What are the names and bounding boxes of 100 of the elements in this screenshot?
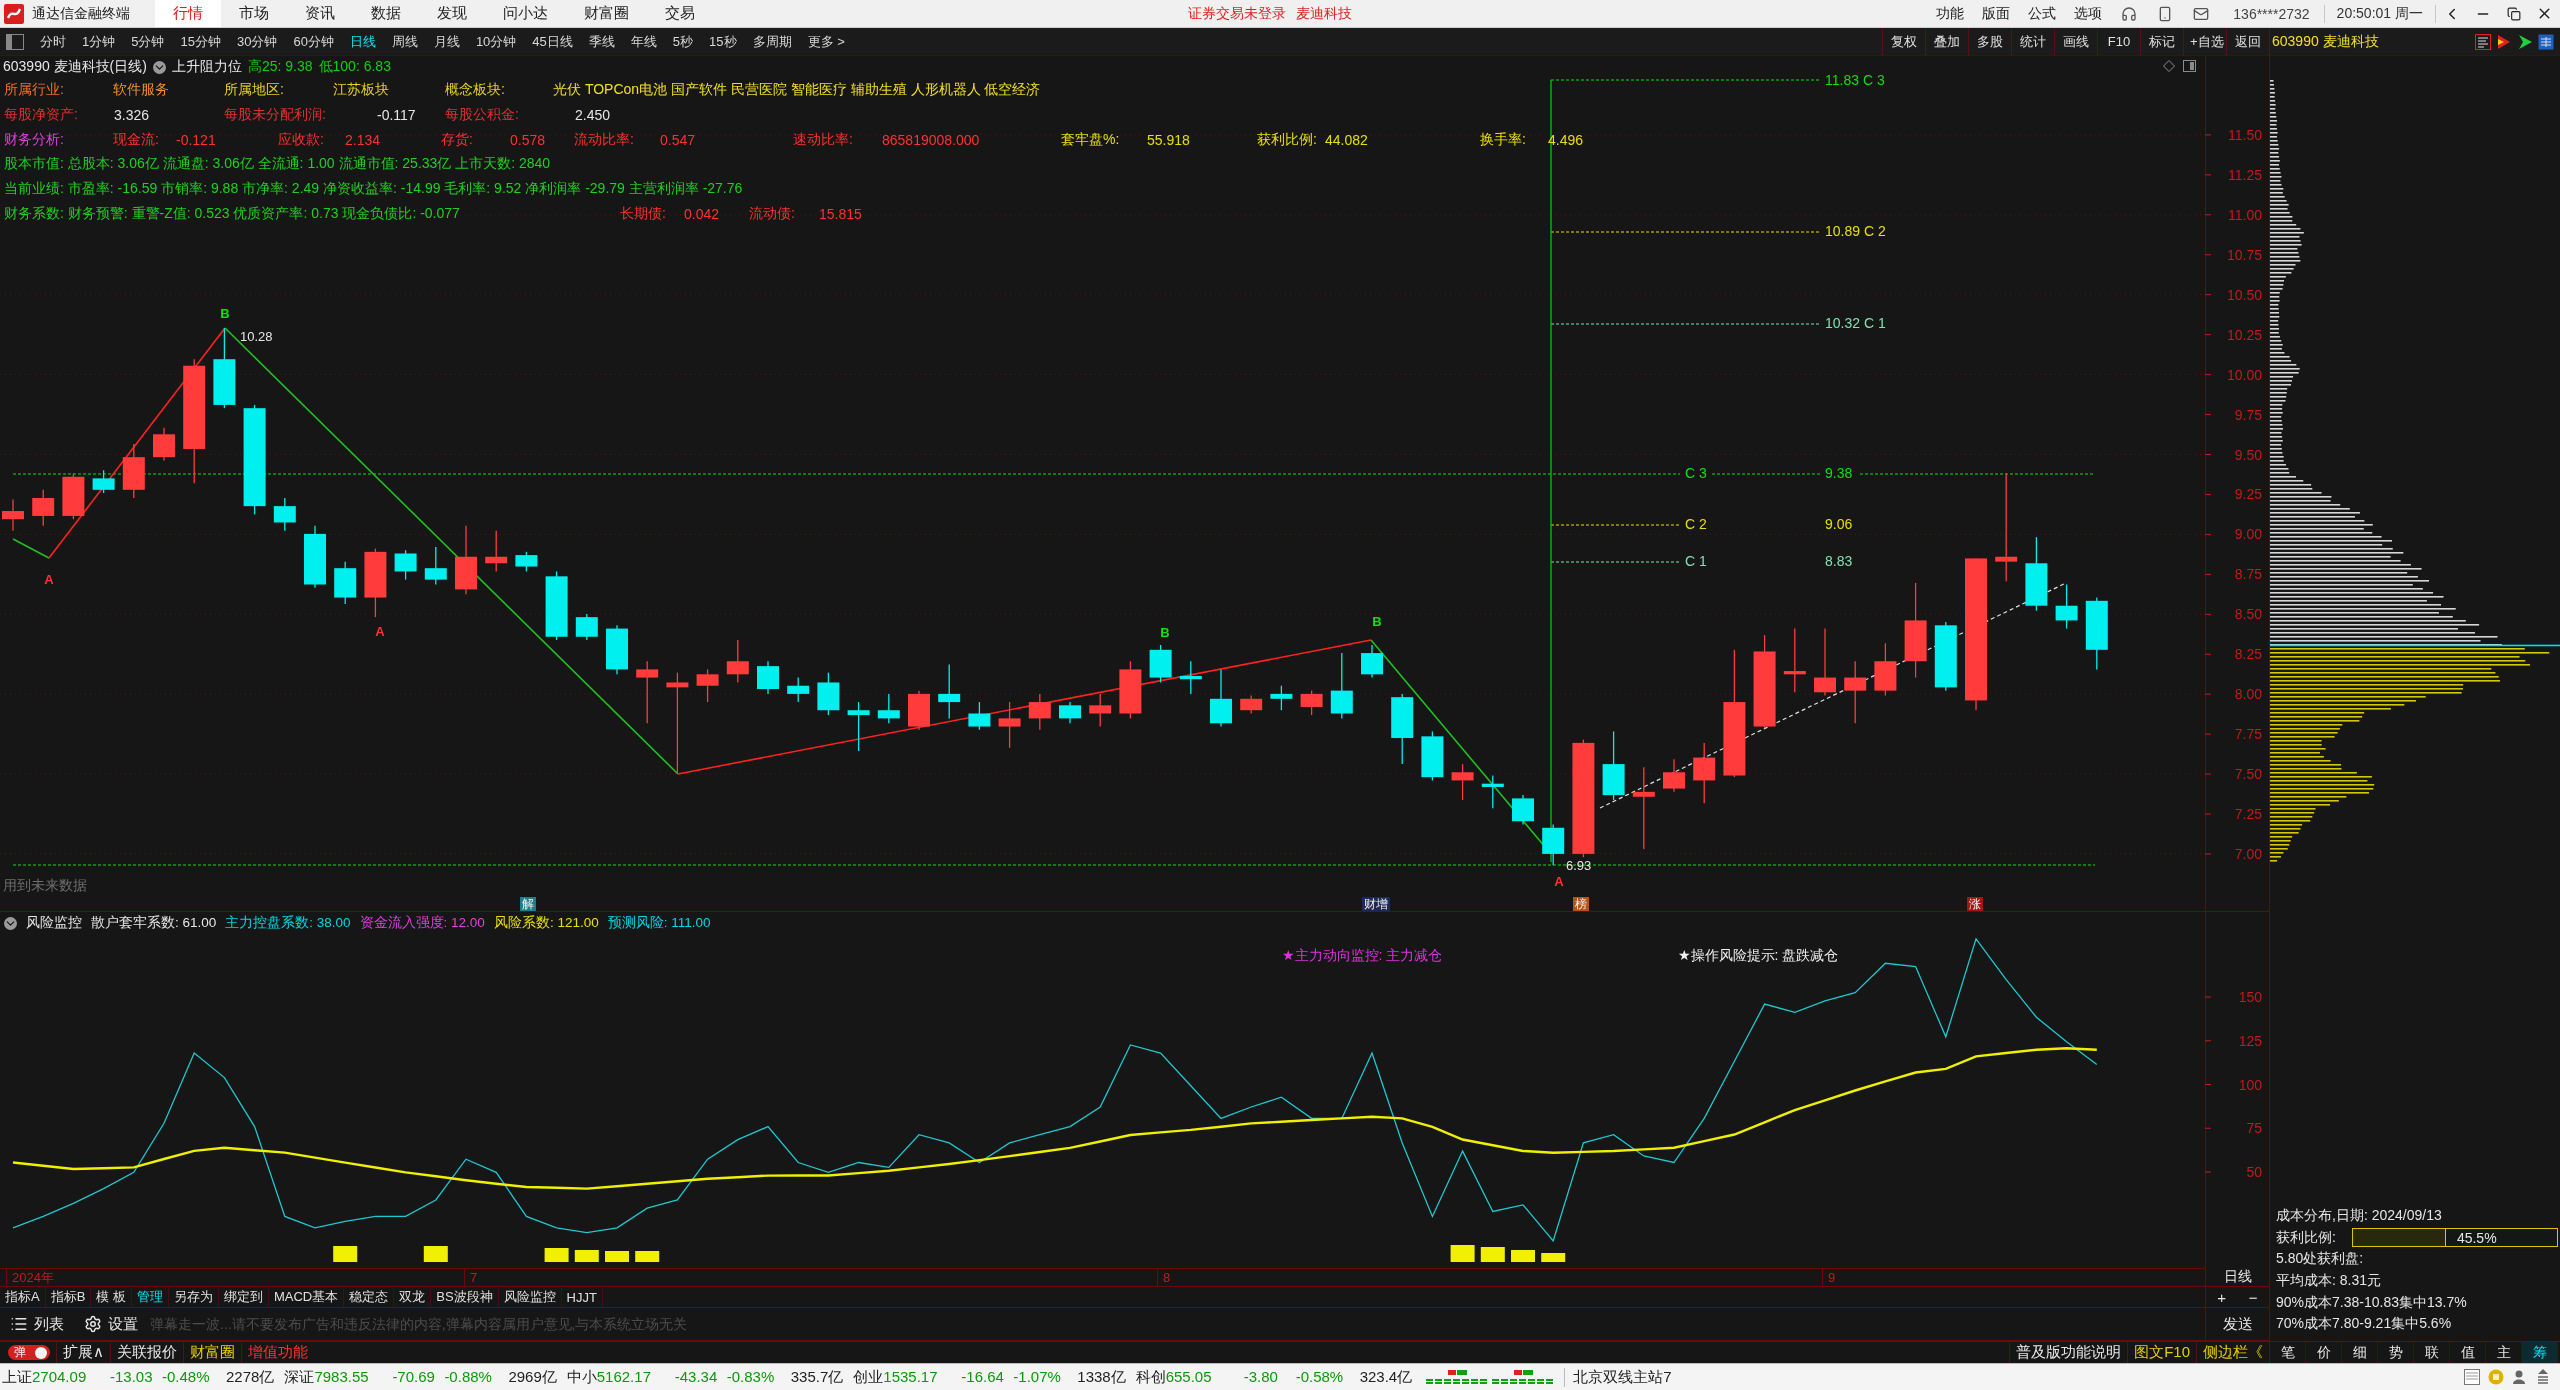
- send-button[interactable]: 发送: [2206, 1308, 2269, 1340]
- indicator-tab[interactable]: 另存为: [168, 1287, 219, 1307]
- sidebar-toggle-icon[interactable]: [6, 33, 24, 50]
- side-tab[interactable]: 筹: [2522, 1342, 2558, 1363]
- user-icon[interactable]: [2512, 1369, 2528, 1385]
- menu-tab[interactable]: 数据: [353, 0, 419, 27]
- period-tab[interactable]: 分时: [32, 27, 74, 56]
- info-text: 865819008.000: [882, 131, 981, 148]
- triangle-icon[interactable]: [2496, 33, 2512, 50]
- price-axis-label: 8.75: [2234, 566, 2262, 583]
- dropdown-icon[interactable]: [152, 60, 166, 74]
- eject-icon[interactable]: [2536, 1369, 2550, 1385]
- cost-line: 5.80处获利盘:: [2276, 1249, 2365, 1269]
- menu-tab[interactable]: 财富圈: [566, 0, 647, 27]
- tool-button[interactable]: 统计: [2011, 27, 2054, 56]
- menu-tab[interactable]: 行情: [155, 0, 221, 27]
- period-tab[interactable]: 5分钟: [123, 27, 173, 56]
- info-text: 财务分析:: [4, 130, 65, 149]
- level-label: 10.32 C 1: [1825, 315, 1886, 331]
- tool-button[interactable]: 复权: [1882, 27, 1925, 56]
- info-text: 套牢盘%:: [1061, 130, 1121, 149]
- tool-button[interactable]: 标记: [2140, 27, 2183, 56]
- index-turnover: 2969亿: [508, 1367, 557, 1387]
- period-tab[interactable]: 更多 >: [799, 27, 853, 56]
- document-icon[interactable]: [2464, 1369, 2480, 1385]
- menu-tab[interactable]: 问小达: [485, 0, 566, 27]
- indicator-axis-label: 150: [2238, 989, 2262, 1005]
- indicator-tab[interactable]: 稳定态: [344, 1287, 395, 1307]
- indicator-tab[interactable]: 模 板: [91, 1287, 132, 1307]
- period-tab[interactable]: 15分钟: [172, 27, 229, 56]
- indicator-tab[interactable]: 双龙: [394, 1287, 432, 1307]
- tool-button[interactable]: +自选: [2183, 27, 2226, 56]
- index-value: 5162.17: [596, 1367, 652, 1387]
- tool-button[interactable]: 画线: [2054, 27, 2097, 56]
- settings-button[interactable]: 设置: [74, 1308, 148, 1340]
- indicator-tab[interactable]: MACD基本: [268, 1287, 345, 1307]
- indicator-tab[interactable]: BS波段神: [431, 1287, 499, 1307]
- period-tab[interactable]: 30分钟: [228, 27, 286, 56]
- indicator-tab[interactable]: 绑定到: [218, 1287, 269, 1307]
- indicator-tab[interactable]: 管理: [131, 1287, 169, 1307]
- info-text: 4.496: [1548, 131, 1584, 148]
- indicator-tab[interactable]: HJJT: [561, 1287, 603, 1307]
- period-tab[interactable]: 年线: [622, 27, 665, 56]
- dropdown-icon[interactable]: [4, 916, 17, 930]
- info-text: 流动债:: [749, 204, 796, 223]
- indicator-tab[interactable]: 指标A: [0, 1287, 46, 1307]
- menu-button[interactable]: 功能: [1927, 4, 1974, 23]
- tool-button[interactable]: 多股: [1968, 27, 2011, 56]
- price-axis-label: 11.00: [2228, 206, 2262, 223]
- menu-button[interactable]: 版面: [1973, 4, 2020, 23]
- tool-button[interactable]: F10: [2097, 27, 2140, 56]
- arrow-icon[interactable]: [2517, 33, 2533, 50]
- tool-button[interactable]: 返回: [2226, 27, 2269, 56]
- period-tab[interactable]: 45日线: [524, 27, 581, 56]
- study-reading: 高25: 9.38: [247, 58, 313, 76]
- menu-tab[interactable]: 交易: [647, 0, 713, 27]
- info-text: 每股净资产:: [4, 106, 79, 125]
- list-button[interactable]: 列表: [0, 1308, 74, 1340]
- panel-toggle-icon[interactable]: [2183, 60, 2196, 72]
- level-label: C 1: [1685, 553, 1707, 569]
- period-tab[interactable]: 1分钟: [74, 27, 124, 56]
- danmu-toggle[interactable]: 弹: [8, 1345, 50, 1360]
- price-axis-label: 8.25: [2234, 646, 2262, 663]
- period-tab[interactable]: 周线: [383, 27, 426, 56]
- period-tab[interactable]: 月线: [425, 27, 468, 56]
- menu-tab[interactable]: 市场: [221, 0, 287, 27]
- price-axis-label: 10.75: [2226, 246, 2262, 263]
- report-icon[interactable]: [2475, 33, 2491, 50]
- point-label: A: [1554, 874, 1564, 889]
- grid-icon[interactable]: [2538, 33, 2554, 50]
- info-text: 0.042: [684, 205, 721, 222]
- signal-bars-icon: [1426, 1369, 1489, 1385]
- date-axis-label: 9: [1822, 1269, 1836, 1286]
- zoom-out-button[interactable]: −: [2237, 1287, 2269, 1307]
- chart-title: 603990 麦迪科技(日线): [3, 58, 147, 76]
- point-label: A: [44, 572, 54, 587]
- menu-tab[interactable]: 发现: [419, 0, 485, 27]
- period-tab[interactable]: 多周期: [744, 27, 800, 56]
- period-tab[interactable]: 15秒: [701, 27, 745, 56]
- menu-button[interactable]: 公式: [2019, 4, 2066, 23]
- zoom-in-button[interactable]: +: [2206, 1287, 2238, 1307]
- index-value: 7983.55: [314, 1367, 370, 1387]
- index-turnover: 1338亿: [1077, 1367, 1126, 1387]
- period-tab[interactable]: 10分钟: [467, 27, 525, 56]
- period-tab[interactable]: 60分钟: [285, 27, 342, 56]
- study-reading: 低100: 6.83: [318, 58, 391, 76]
- info-text: 概念板块:: [445, 81, 506, 100]
- period-tab[interactable]: 季线: [580, 27, 623, 56]
- price-axis-label: 9.25: [2234, 486, 2262, 503]
- info-text: 获利比例:: [1257, 130, 1318, 149]
- period-tab[interactable]: 5秒: [664, 27, 702, 56]
- indicator-tab[interactable]: 风险监控: [498, 1287, 562, 1307]
- indicator-tab[interactable]: 指标B: [45, 1287, 92, 1307]
- price-label: 10.28: [240, 329, 273, 344]
- period-tab[interactable]: 日线: [341, 27, 384, 56]
- menu-button[interactable]: 选项: [2065, 4, 2112, 23]
- tool-button[interactable]: 叠加: [1925, 27, 1968, 56]
- server-name: 北京双线主站7: [1564, 1367, 1672, 1387]
- menu-tab[interactable]: 资讯: [287, 0, 353, 27]
- price-label: 6.93: [1566, 858, 1592, 873]
